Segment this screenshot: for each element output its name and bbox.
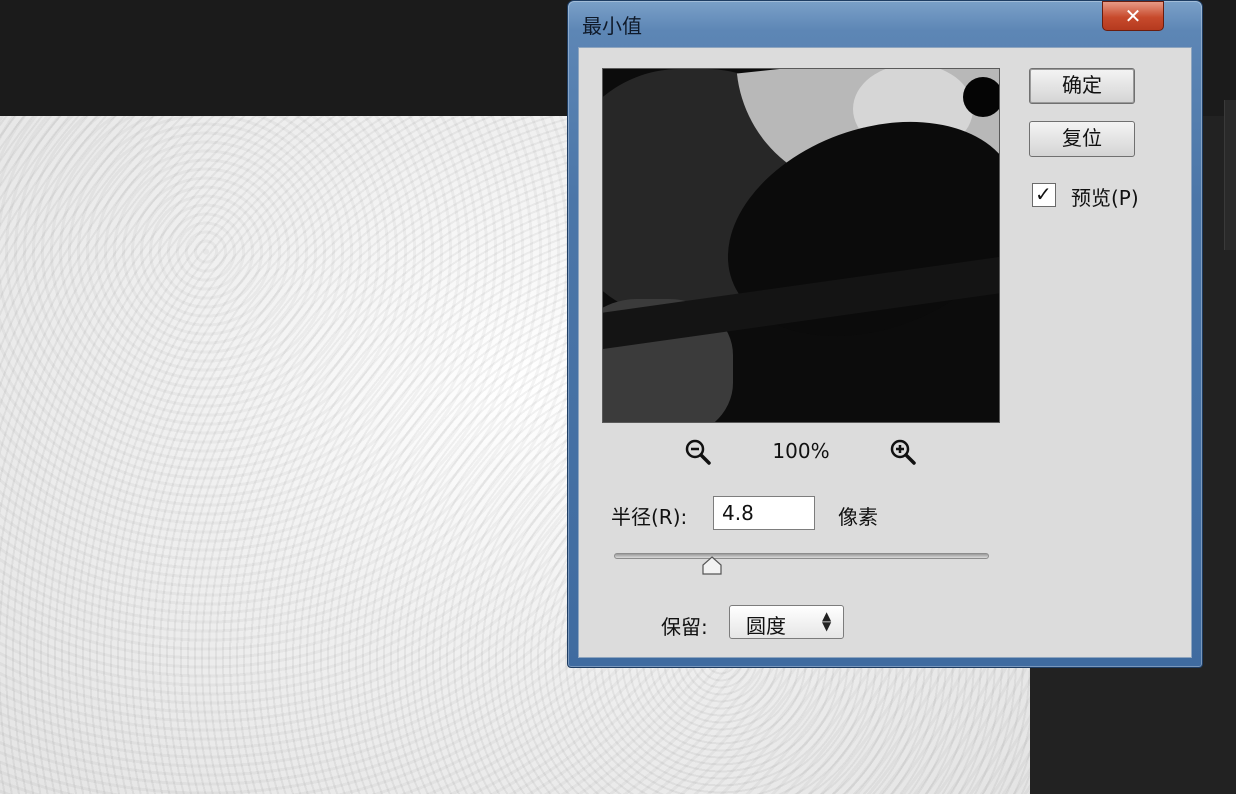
preview-label: 预览(P) [1071,186,1139,210]
preview-shape [963,77,999,117]
preview-checkbox[interactable]: ✓ [1032,182,1056,207]
radius-label: 半径(R): [611,505,688,529]
radius-slider-thumb[interactable] [701,556,723,576]
radius-input[interactable] [713,496,815,530]
preserve-value: 圆度 [746,614,786,638]
panel-edge [1224,100,1236,250]
slider-thumb-icon [701,556,722,575]
minimum-filter-dialog: 最小值 ✕ 100% 半径(R): 4.8 像素 保留: 圆度 ▲ ▼ 确定 复… [567,0,1203,668]
radius-unit: 像素 [838,505,878,529]
dialog-title: 最小值 [582,14,642,38]
zoom-in-icon [890,439,916,465]
zoom-out-button[interactable] [684,438,712,466]
preserve-select[interactable]: 圆度 ▲ ▼ [729,605,844,639]
select-arrows-icon: ▲ ▼ [822,609,832,633]
zoom-out-icon [685,439,711,465]
filter-preview[interactable] [602,68,1000,423]
dialog-body: 100% 半径(R): 像素 保留: 圆度 ▲▼ 确定 复位 ✓ [578,47,1192,658]
reset-button[interactable]: 复位 [1029,121,1135,157]
preserve-label: 保留: [661,615,708,639]
radius-slider[interactable] [614,553,989,559]
close-button[interactable]: ✕ [1102,1,1164,31]
close-icon: ✕ [1124,4,1142,28]
zoom-in-button[interactable] [889,438,917,466]
ok-button[interactable]: 确定 [1029,68,1135,104]
checkmark-icon: ✓ [1035,182,1052,206]
zoom-level: 100% [772,439,830,463]
